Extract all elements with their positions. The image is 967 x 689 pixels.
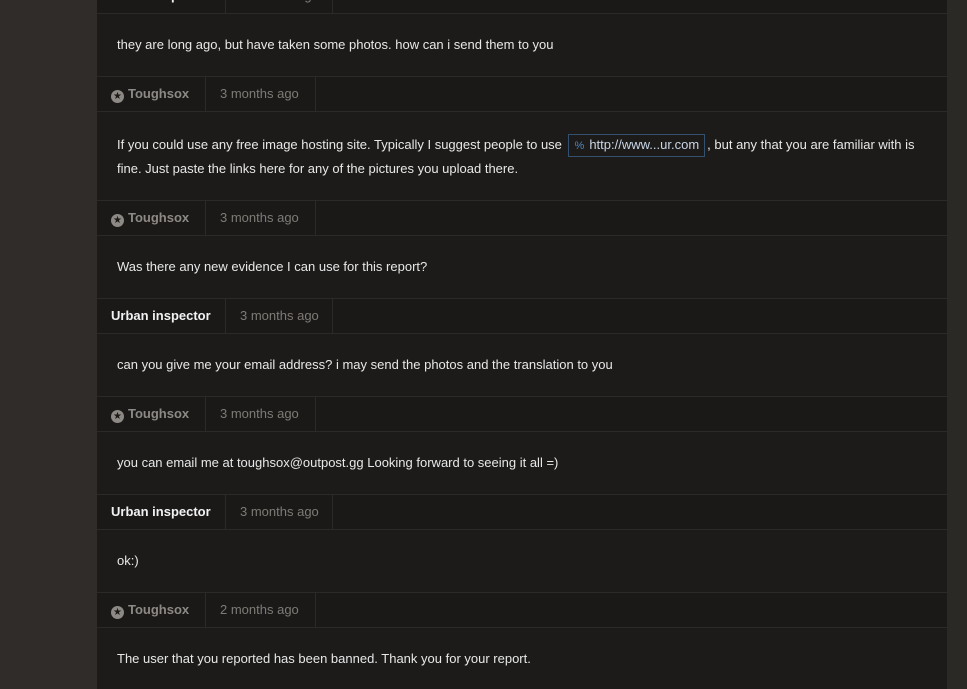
message-time: 3 months ago <box>206 397 316 431</box>
message-header: ★ Toughsox 2 months ago <box>97 592 947 628</box>
message-time: 3 months ago <box>206 201 316 235</box>
star-icon: ★ <box>111 90 124 103</box>
link-icon: % <box>574 140 585 152</box>
message-text: they are long ago, but have taken some p… <box>117 37 554 52</box>
message-text: Was there any new evidence I can use for… <box>117 259 428 274</box>
star-icon: ★ <box>111 214 124 227</box>
external-link[interactable]: % http://www...ur.com <box>567 134 706 157</box>
author-name[interactable]: ★ Toughsox <box>97 201 206 235</box>
star-icon: ★ <box>111 410 124 423</box>
author-name[interactable]: ★ Toughsox <box>97 397 206 431</box>
star-icon: ★ <box>111 606 124 619</box>
author-name[interactable]: Urban inspector <box>97 0 226 13</box>
link-text: http://www...ur.com <box>589 137 700 152</box>
message-time: 3 months ago <box>226 299 333 333</box>
message-header: Urban inspector 3 months ago <box>97 494 947 530</box>
message-text: If you could use any free image hosting … <box>97 133 947 181</box>
message-thread: Urban inspector 3 months ago they are lo… <box>97 0 947 689</box>
author-name-text: Toughsox <box>128 406 190 421</box>
message-text-before: If you could use any free image hosting … <box>117 137 562 152</box>
message-header: ★ Toughsox 3 months ago <box>97 76 947 112</box>
author-name-text: Toughsox <box>128 602 190 617</box>
message-header: Urban inspector 3 months ago <box>97 298 947 334</box>
author-name[interactable]: Urban inspector <box>97 495 226 529</box>
message-time: 3 months ago <box>226 0 333 13</box>
message-time: 3 months ago <box>206 77 316 111</box>
message-time: 2 months ago <box>206 593 316 627</box>
message-text: ok:) <box>117 553 139 568</box>
scrollbar-track[interactable] <box>947 0 967 689</box>
message-header: ★ Toughsox 3 months ago <box>97 396 947 432</box>
message-text: you can email me at toughsox@outpost.gg … <box>117 455 559 470</box>
message-text: The user that you reported has been bann… <box>117 651 531 666</box>
author-name-text: Toughsox <box>128 210 190 225</box>
message-time: 3 months ago <box>226 495 333 529</box>
message-header: Urban inspector 3 months ago <box>97 0 947 14</box>
author-name-text: Toughsox <box>128 86 190 101</box>
author-name[interactable]: ★ Toughsox <box>97 593 206 627</box>
author-name[interactable]: Urban inspector <box>97 299 226 333</box>
message-header: ★ Toughsox 3 months ago <box>97 200 947 236</box>
message-text: can you give me your email address? i ma… <box>117 357 613 372</box>
author-name[interactable]: ★ Toughsox <box>97 77 206 111</box>
